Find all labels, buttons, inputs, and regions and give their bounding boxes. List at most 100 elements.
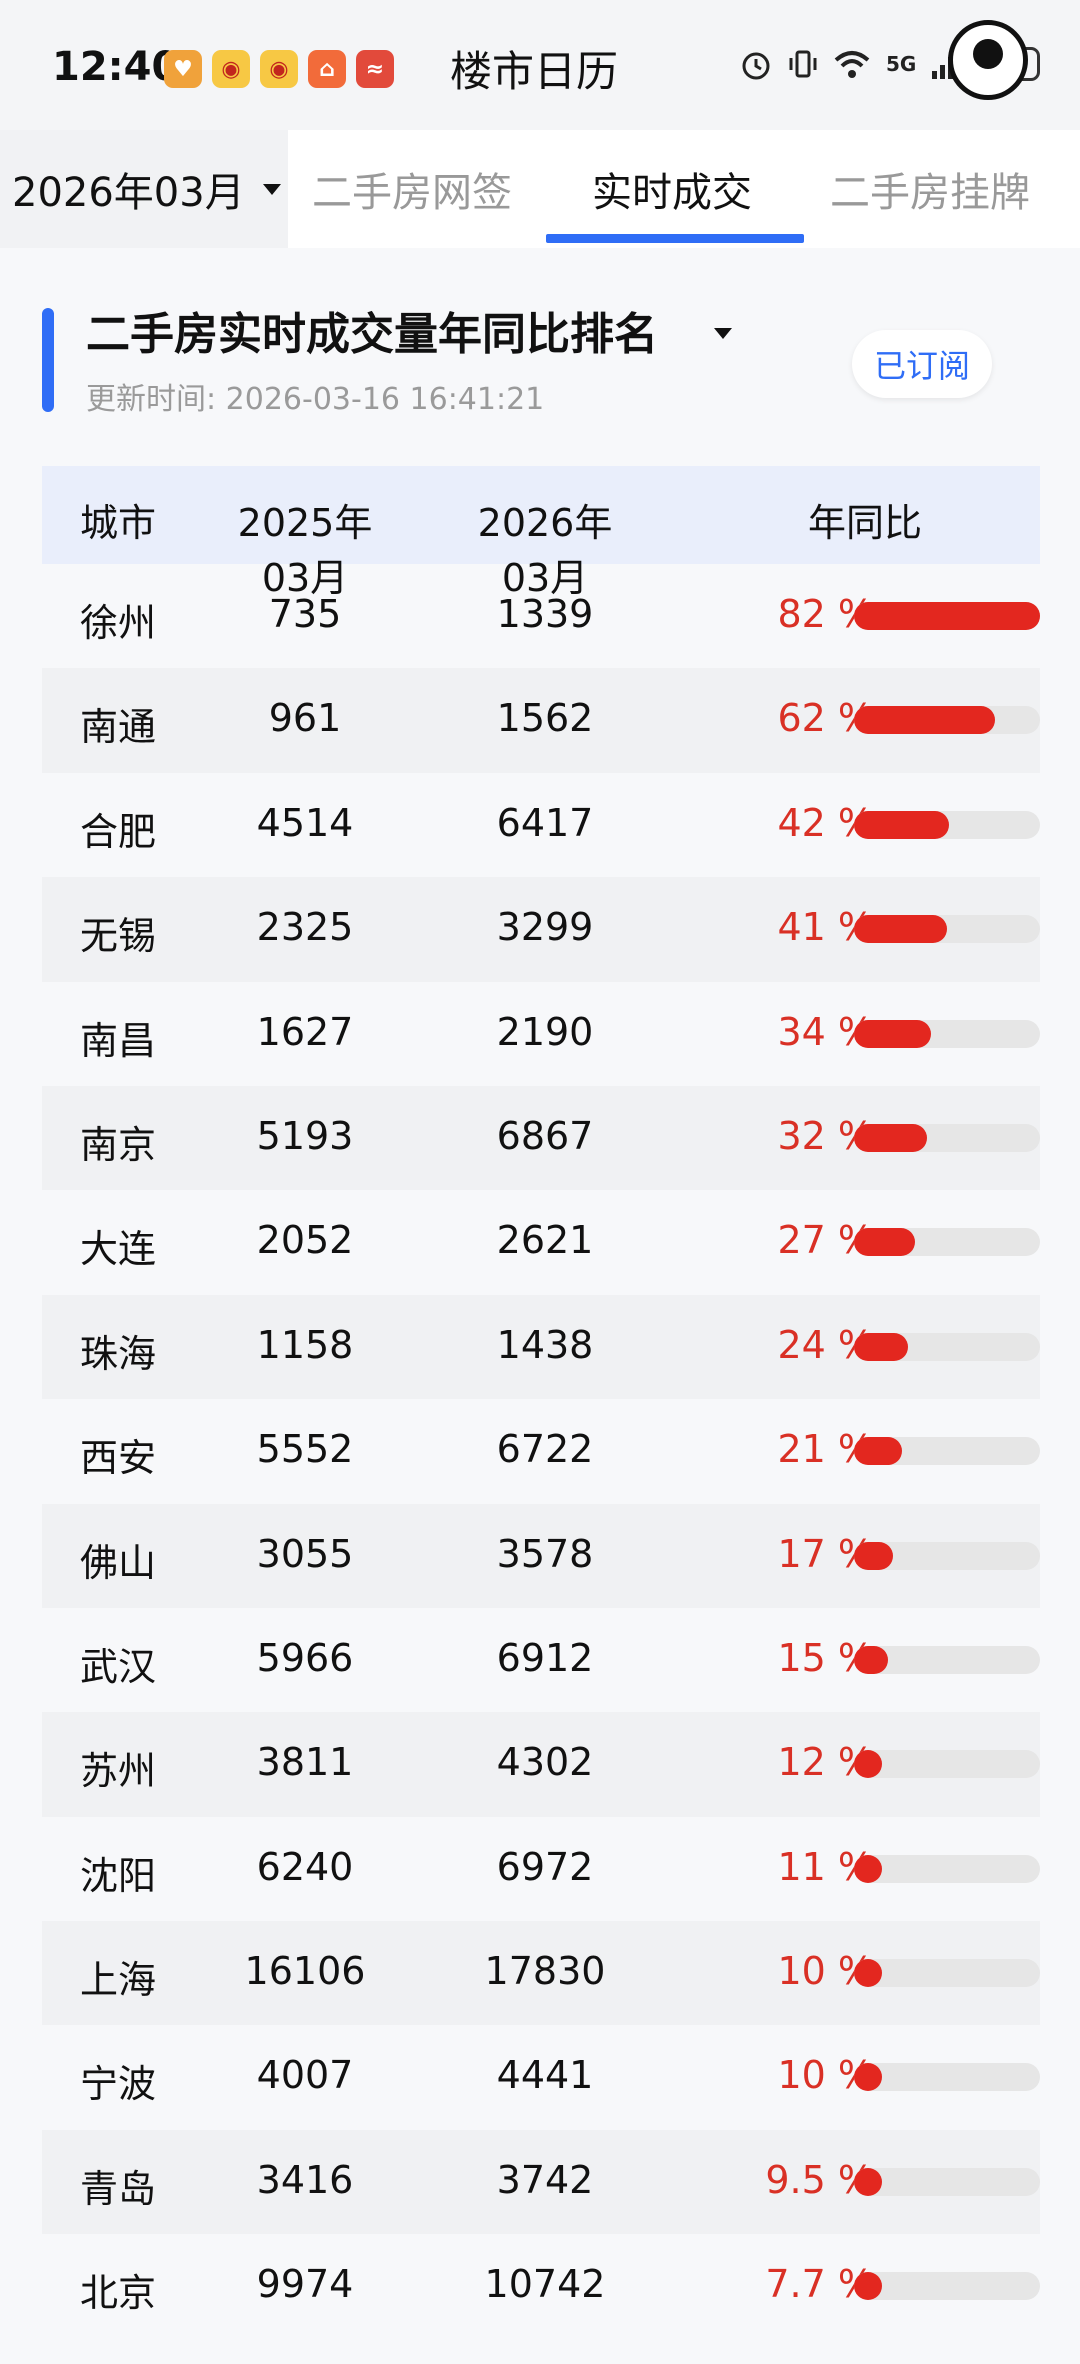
yoy-bar-track: [854, 1437, 1040, 1466]
yoy-bar-track: [854, 2272, 1040, 2301]
city-name: 北京: [80, 2271, 157, 2316]
header-city: 城市: [80, 501, 157, 545]
prev-month-value: 9974: [256, 2262, 354, 2307]
yoy-value: 11 %: [777, 1844, 874, 1889]
city-name: 南昌: [80, 1018, 157, 1063]
table-row[interactable]: 佛山 3055 3578 17 %: [42, 1503, 1040, 1608]
yoy-bar-fill: [854, 2063, 882, 2092]
yoy-value: 10 %: [777, 1949, 874, 1994]
update-time: 更新时间: 2026-03-16 16:41:21: [86, 382, 545, 417]
month-selector-label: 2026年03月: [12, 170, 245, 216]
yoy-bar-track: [854, 1123, 1040, 1152]
tab-second-hand-signing[interactable]: 二手房网签: [312, 160, 512, 218]
table-row[interactable]: 合肥 4514 6417 42 %: [42, 773, 1040, 877]
page-title: 楼市日历: [450, 47, 619, 96]
table-row[interactable]: 南通 961 1562 62 %: [42, 668, 1040, 773]
weibo-icon: ◉: [260, 50, 298, 88]
tab-row: 2026年03月 二手房网签 实时成交 二手房挂牌: [0, 130, 1080, 248]
table-row[interactable]: 武汉 5966 6912 15 %: [42, 1608, 1040, 1712]
curr-month-value: 4302: [496, 1740, 594, 1785]
yoy-bar-track: [854, 1019, 1040, 1048]
section-title[interactable]: 二手房实时成交量年同比排名: [86, 298, 658, 362]
prev-month-value: 1158: [256, 1322, 354, 1367]
yoy-value: 32 %: [777, 1113, 874, 1158]
wifi-icon: [834, 51, 870, 78]
table-row[interactable]: 上海 16106 17830 10 %: [42, 1921, 1040, 2026]
table-row[interactable]: 徐州 735 1339 82 %: [42, 564, 1040, 668]
prev-month-value: 961: [268, 696, 342, 741]
month-selector[interactable]: 2026年03月: [0, 130, 288, 248]
yoy-bar-fill: [854, 1019, 932, 1048]
table-row[interactable]: 珠海 1158 1438 24 %: [42, 1294, 1040, 1400]
prev-month-value: 3416: [256, 2157, 354, 2202]
city-name: 佛山: [80, 1540, 157, 1585]
yoy-bar-fill: [854, 1437, 902, 1466]
city-name: 无锡: [80, 914, 157, 959]
city-name: 青岛: [80, 2166, 157, 2211]
yoy-bar-track: [854, 810, 1040, 839]
yoy-value: 7.7 %: [765, 2262, 874, 2307]
yoy-bar-fill: [854, 915, 947, 944]
yoy-bar-fill: [854, 2167, 882, 2196]
table-row[interactable]: 无锡 2325 3299 41 %: [42, 877, 1040, 982]
network-type: 5G: [886, 52, 917, 76]
tab-second-hand-listings[interactable]: 二手房挂牌: [830, 160, 1030, 218]
yoy-value: 27 %: [777, 1218, 874, 1263]
yoy-value: 17 %: [777, 1531, 874, 1576]
prev-month-value: 3811: [256, 1740, 354, 1785]
city-name: 南通: [80, 705, 157, 750]
prev-month-value: 16106: [244, 1949, 366, 1994]
yoy-bar-fill: [854, 1123, 927, 1152]
yoy-bar-track: [854, 1541, 1040, 1570]
prev-month-value: 4514: [256, 800, 354, 845]
city-name: 苏州: [80, 1749, 157, 1794]
table-row[interactable]: 沈阳 6240 6972 11 %: [42, 1817, 1040, 1921]
floating-assistant-icon[interactable]: [948, 20, 1028, 100]
table-row[interactable]: 西安 5552 6722 21 %: [42, 1399, 1040, 1503]
curr-month-value: 2621: [496, 1218, 594, 1263]
city-name: 西安: [80, 1436, 157, 1481]
table-row[interactable]: 南京 5193 6867 32 %: [42, 1085, 1040, 1191]
active-tab-indicator: [546, 234, 804, 243]
tab-realtime-deals[interactable]: 实时成交: [592, 160, 752, 218]
curr-month-value: 10742: [484, 2262, 606, 2307]
yoy-bar-track: [854, 1750, 1040, 1779]
yoy-value: 24 %: [777, 1322, 874, 1367]
yoy-bar-fill: [854, 2272, 882, 2301]
subscribe-button[interactable]: 已订阅: [852, 330, 992, 398]
curr-month-value: 1562: [496, 696, 594, 741]
table-header: 城市 2025年03月 2026年03月 年同比: [42, 466, 1040, 600]
curr-month-value: 6722: [496, 1427, 594, 1472]
notification-icons: ♥ ◉ ◉ ⌂ ≈: [164, 50, 394, 88]
table-row[interactable]: 大连 2052 2621 27 %: [42, 1190, 1040, 1294]
yoy-bar-track: [854, 706, 1040, 735]
yoy-bar-track: [854, 1332, 1040, 1361]
prev-month-value: 5552: [256, 1427, 354, 1472]
header-yoy: 年同比: [808, 501, 923, 545]
yoy-value: 41 %: [777, 905, 874, 950]
curr-month-value: 3742: [496, 2157, 594, 2202]
prev-month-value: 1627: [256, 1009, 354, 1054]
weibo-icon: ◉: [212, 50, 250, 88]
table-row[interactable]: 苏州 3811 4302 12 %: [42, 1712, 1040, 1817]
curr-month-value: 6972: [496, 1844, 594, 1889]
table-row[interactable]: 北京 9974 10742 7.7 %: [42, 2234, 1040, 2338]
table-row[interactable]: 宁波 4007 4441 10 %: [42, 2025, 1040, 2129]
yoy-value: 62 %: [777, 696, 874, 741]
yoy-bar-fill: [854, 810, 950, 839]
prev-month-value: 2325: [256, 905, 354, 950]
alarm-icon: [742, 52, 770, 80]
section-accent-bar: [42, 308, 54, 412]
status-time: 12:40: [52, 44, 180, 90]
city-name: 沈阳: [80, 1853, 157, 1898]
curr-month-value: 3299: [496, 905, 594, 950]
table-row[interactable]: 青岛 3416 3742 9.5 %: [42, 2129, 1040, 2235]
table-row[interactable]: 南昌 1627 2190 34 %: [42, 982, 1040, 1086]
chevron-down-icon[interactable]: [714, 328, 732, 339]
curr-month-value: 2190: [496, 1009, 594, 1054]
curr-month-value: 1339: [496, 592, 594, 636]
yoy-bar-track: [854, 2167, 1040, 2196]
city-name: 合肥: [80, 809, 157, 854]
city-name: 徐州: [80, 601, 157, 645]
city-name: 珠海: [80, 1331, 157, 1376]
